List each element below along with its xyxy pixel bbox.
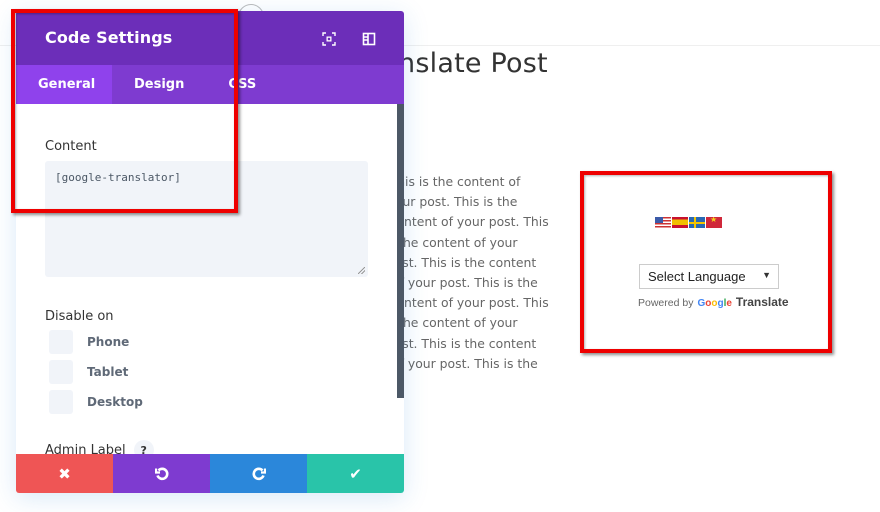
select-language-dropdown[interactable]: Select Language ▼ [639,264,779,289]
save-button[interactable]: ✔ [307,454,404,493]
dropdown-arrow-icon: ▼ [762,270,771,280]
redo-button[interactable] [210,454,307,493]
panel-tabs: General Design CSS [16,65,404,104]
select-language-value: Select Language [648,269,746,284]
sidebar-icon[interactable] [362,31,376,46]
flag-vn-icon[interactable] [706,217,722,228]
powered-by-google: Powered by Google Translate [638,295,789,309]
page: ranslate Post post. This is the content … [0,0,880,512]
checkbox-label: Tablet [87,365,129,379]
powered-by-text: Powered by [638,297,694,309]
panel-body: Content [google-translator] Disable on P… [16,104,404,460]
google-letter: e [726,298,732,309]
content-code-textarea[interactable]: [google-translator] [45,161,368,277]
google-translator-widget: Select Language ▼ Powered by Google Tran… [584,175,828,349]
undo-icon [154,467,168,480]
checkbox-label: Desktop [87,395,143,409]
panel-scrollbar[interactable] [397,104,404,398]
disable-on-tablet-checkbox[interactable]: Tablet [49,360,128,384]
tab-general[interactable]: General [16,65,112,104]
checkbox[interactable] [49,360,73,384]
flag-se-icon[interactable] [689,217,705,228]
disable-on-desktop-checkbox[interactable]: Desktop [49,390,143,414]
disable-on-phone-checkbox[interactable]: Phone [49,330,129,354]
tab-css[interactable]: CSS [206,65,278,104]
action-bar: ✖ ✔ [16,454,404,493]
content-code-value: [google-translator] [55,171,181,184]
flag-us-icon[interactable] [655,217,671,228]
tab-design[interactable]: Design [112,65,206,104]
checkbox[interactable] [49,390,73,414]
content-label: Content [45,139,97,154]
google-logo[interactable]: Google [697,298,731,309]
checkbox[interactable] [49,330,73,354]
panel-header[interactable]: Code Settings [16,11,404,65]
checkbox-label: Phone [87,335,130,349]
translate-link[interactable]: Translate [736,295,789,309]
code-settings-panel: Code Settings General Design CSS Content… [16,11,404,493]
undo-button[interactable] [113,454,210,493]
expand-icon[interactable] [322,31,336,46]
redo-icon [252,467,266,480]
language-flags [655,217,722,228]
flag-es-icon[interactable] [672,217,688,228]
disable-on-label: Disable on [45,309,114,324]
discard-button[interactable]: ✖ [16,454,113,493]
resize-handle-icon[interactable] [358,267,365,274]
panel-title: Code Settings [45,28,173,47]
